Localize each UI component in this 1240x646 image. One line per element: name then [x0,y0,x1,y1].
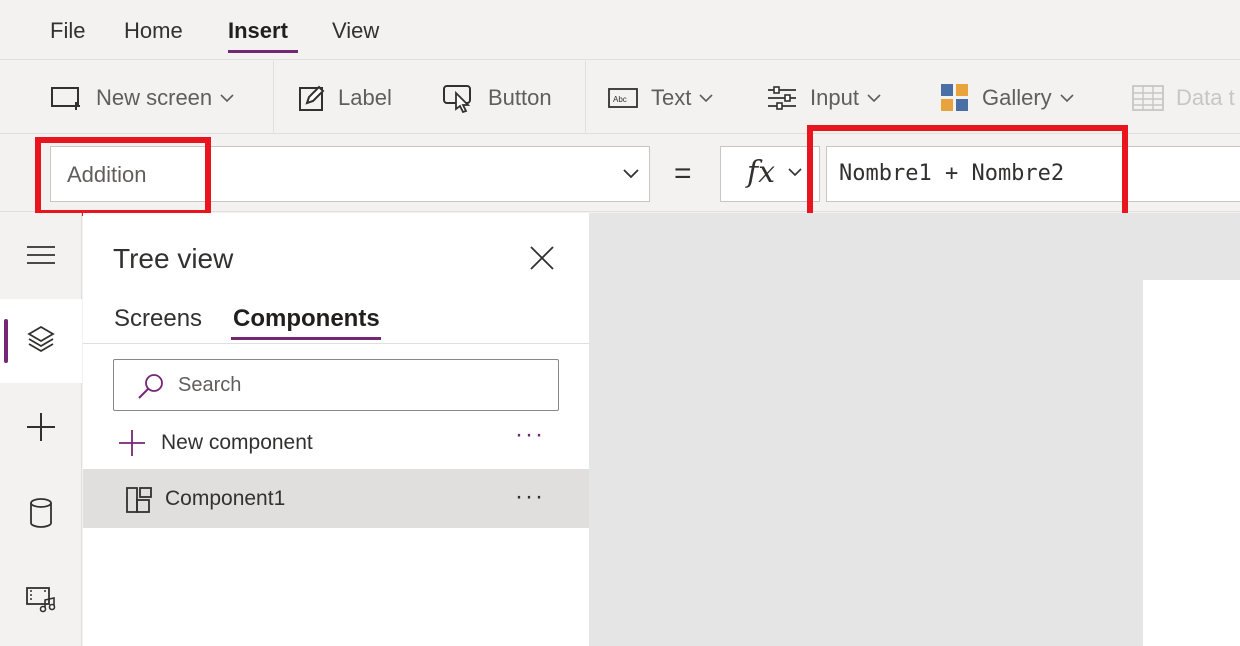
tab-screens[interactable]: Screens [114,305,202,333]
list-item[interactable]: Component1 ··· [83,470,589,528]
gallery-label: Gallery [982,84,1052,110]
left-rail [0,213,82,646]
menu-view[interactable]: View [332,18,379,44]
database-icon [28,497,54,533]
tree-view-title: Tree view [113,243,234,274]
text-input-icon: Abc [607,86,639,110]
ribbon-separator [585,61,586,134]
component-icon [125,486,153,519]
button-pointer-icon [442,83,476,113]
chevron-down-icon [787,165,803,184]
hamburger-icon [26,244,56,271]
tree-view-rail-button[interactable] [0,299,82,383]
chevron-down-icon [699,93,713,103]
media-icon [25,585,57,618]
property-highlight-box [35,137,211,216]
fx-button[interactable]: fx [720,146,820,202]
input-button[interactable]: Input [766,61,881,134]
fx-icon: fx [747,155,776,190]
active-indicator [4,319,8,363]
button-button[interactable]: Button [442,61,552,134]
search-icon [136,372,166,407]
ribbon-separator [273,61,274,134]
component-label: Component1 [165,487,286,510]
menu-insert[interactable]: Insert [228,18,288,44]
tree-view-panel: Tree view Screens Components Search New … [83,213,589,646]
plus-icon [117,428,147,458]
label-button[interactable]: Label [298,61,392,134]
label-label: Label [338,84,392,110]
search-placeholder: Search [178,374,242,396]
canvas-area [589,213,1240,646]
chevron-down-icon [867,93,881,103]
active-tab-underline [231,337,381,340]
menu-file[interactable]: File [50,18,85,44]
divider [83,343,589,344]
chevron-down-icon [220,93,234,103]
formula-highlight-box [807,125,1128,225]
chevron-down-icon [1060,93,1074,103]
media-rail-button[interactable] [0,559,82,643]
new-component-label: New component [161,431,313,454]
insert-rail-button[interactable] [0,387,82,471]
equals-sign: = [674,157,692,190]
more-options-button[interactable]: ··· [515,483,545,511]
data-rail-button[interactable] [0,473,82,557]
search-input[interactable]: Search [113,359,559,411]
tab-components[interactable]: Components [233,305,380,333]
menu-bar: File Home Insert View [0,0,1240,60]
input-label: Input [810,84,859,110]
gallery-button[interactable]: Gallery [940,61,1074,134]
more-options-button[interactable]: ··· [515,421,545,449]
text-label: Text [651,84,692,110]
data-table-label: Data t [1176,84,1235,110]
svg-text:Abc: Abc [613,95,627,104]
menu-home[interactable]: Home [124,18,183,44]
sliders-icon [766,84,798,112]
plus-icon [25,411,57,448]
new-screen-label: New screen [96,84,213,110]
pencil-icon [298,84,326,112]
close-icon[interactable] [529,245,555,271]
text-button[interactable]: Abc Text [607,61,713,134]
ribbon: New screen Label Button Abc Text Input G… [0,61,1240,134]
table-icon [1132,84,1164,111]
new-screen-button[interactable]: New screen [50,61,234,134]
data-table-button[interactable]: Data t [1132,61,1235,134]
active-tab-underline [228,50,298,53]
new-screen-icon [50,84,84,112]
component-canvas[interactable] [1143,280,1240,646]
new-component-button[interactable]: New component [117,425,313,461]
chevron-down-icon [621,163,641,188]
layers-icon [26,324,56,359]
hamburger-button[interactable] [0,215,82,299]
button-label: Button [488,84,552,110]
gallery-icon [940,83,970,113]
